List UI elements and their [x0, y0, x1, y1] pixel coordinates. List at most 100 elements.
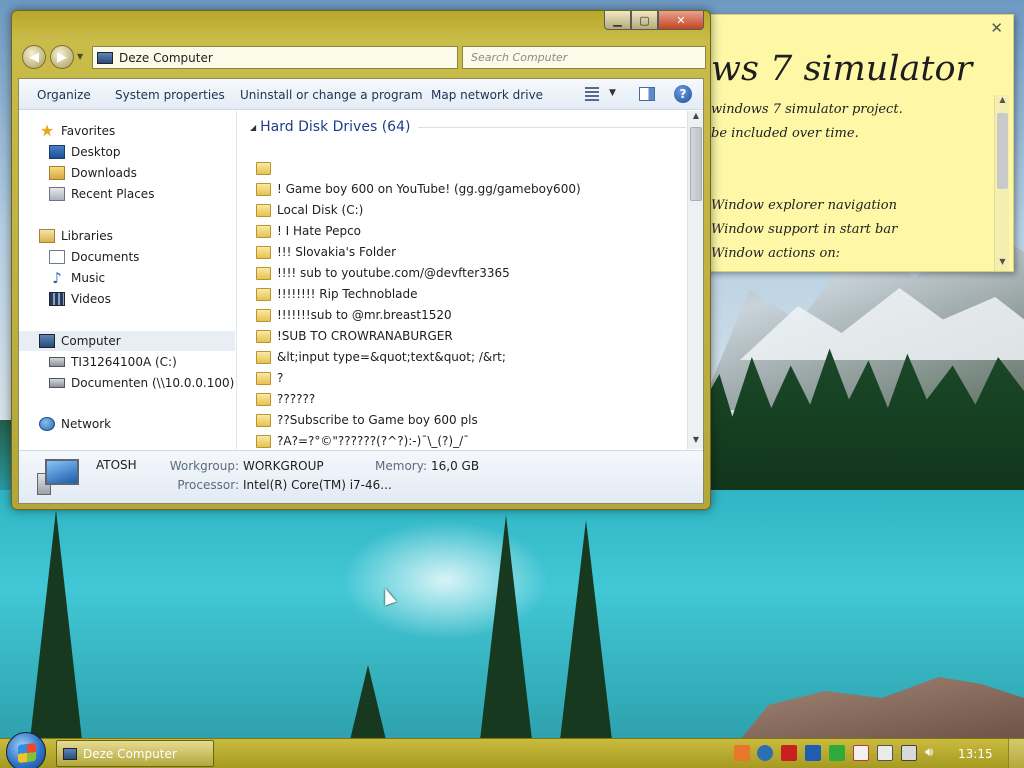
list-item[interactable]: !!!!!!!! Rip Technoblade — [256, 284, 418, 304]
view-dropdown-icon[interactable]: ▼ — [609, 88, 616, 98]
close-icon[interactable]: ✕ — [990, 19, 1003, 37]
note-title: ws 7 simulator — [711, 49, 973, 89]
list-item[interactable]: ?????? — [256, 389, 315, 409]
nav-documents[interactable]: Documents — [19, 247, 139, 267]
note-line: Window support in start bar — [711, 222, 898, 237]
uninstall-program-button[interactable]: Uninstall or change a program — [240, 88, 423, 102]
note-scrollbar[interactable]: ▲ ▼ — [994, 95, 1009, 271]
nav-label: Videos — [71, 292, 111, 306]
close-button[interactable]: ✕ — [658, 11, 704, 30]
recent-pages-dropdown[interactable]: ▼ — [77, 52, 83, 61]
computer-icon — [97, 51, 113, 64]
tray-volume-icon[interactable]: 🔊︎ — [925, 745, 941, 761]
list-item[interactable]: Local Disk (C:) — [256, 200, 363, 220]
maximize-button[interactable]: ▢ — [631, 11, 658, 30]
list-item[interactable]: ??Subscribe to Game boy 600 pls — [256, 410, 478, 430]
list-item[interactable]: ?A?=?°©"??????(?^?):-)¯\_(?)_/¯ — [256, 431, 469, 449]
nav-desktop[interactable]: Desktop — [19, 142, 121, 162]
preview-pane-icon[interactable] — [639, 87, 655, 101]
videos-icon — [49, 292, 65, 306]
content-scrollbar[interactable]: ▲ ▼ — [687, 111, 703, 449]
desktop-icon — [49, 145, 65, 159]
folder-icon — [256, 308, 271, 322]
nav-label: Computer — [61, 334, 121, 348]
minimize-button[interactable]: ▁ — [604, 11, 631, 30]
item-label: !!!!!!!sub to @mr.breast1520 — [277, 308, 452, 322]
note-line: be included over time. — [711, 126, 859, 141]
scroll-up-icon[interactable]: ▲ — [995, 95, 1010, 109]
forward-button[interactable]: ▶ — [50, 45, 74, 69]
group-header[interactable]: ◢ Hard Disk Drives (64) — [250, 119, 686, 135]
nav-label: TI31264100A (C:) — [71, 355, 177, 369]
taskbar-window-button[interactable]: Deze Computer — [56, 740, 214, 767]
wallpaper-tree — [560, 520, 612, 740]
scroll-down-icon[interactable]: ▼ — [688, 435, 703, 449]
nav-label: Favorites — [61, 124, 116, 138]
list-item[interactable]: !!! Slovakia's Folder — [256, 242, 396, 262]
start-button[interactable] — [6, 732, 46, 768]
nav-libraries[interactable]: Libraries — [19, 226, 113, 246]
nav-computer[interactable]: Computer — [19, 331, 235, 351]
scroll-thumb[interactable] — [997, 113, 1008, 189]
collapse-triangle-icon[interactable]: ◢ — [250, 123, 256, 132]
list-item[interactable] — [256, 158, 277, 178]
recent-places-icon — [49, 187, 65, 201]
computer-icon — [37, 459, 81, 495]
tray-action-center-icon[interactable] — [853, 745, 869, 761]
tray-outlook-icon[interactable] — [805, 745, 821, 761]
music-note-icon: ♪ — [52, 269, 62, 287]
folder-icon — [256, 413, 271, 427]
tray-network-icon[interactable] — [757, 745, 773, 761]
explorer-window[interactable]: ▁ ▢ ✕ ◀ ▶ ▼ Deze Computer Search Compute… — [11, 10, 711, 510]
back-button[interactable]: ◀ — [22, 45, 46, 69]
list-item[interactable]: !SUB TO CROWRANABURGER — [256, 326, 453, 346]
wallpaper-tree — [350, 665, 386, 740]
nav-favorites[interactable]: ★ Favorites — [19, 121, 115, 141]
item-label: &lt;input type=&quot;text&quot; /&rt; — [277, 350, 506, 364]
item-label: !!!!!!!! Rip Technoblade — [277, 287, 418, 301]
show-desktop-button[interactable] — [1008, 739, 1024, 768]
list-item[interactable]: !!!!!!!sub to @mr.breast1520 — [256, 305, 452, 325]
folder-icon — [256, 392, 271, 406]
map-network-drive-button[interactable]: Map network drive — [431, 88, 543, 102]
help-icon[interactable]: ? — [674, 85, 692, 103]
change-view-icon[interactable] — [585, 87, 599, 101]
scroll-thumb[interactable] — [690, 127, 702, 201]
nav-recent-places[interactable]: Recent Places — [19, 184, 154, 204]
processor-value: Intel(R) Core(TM) i7-46... — [243, 478, 392, 492]
nav-music[interactable]: ♪ Music — [19, 268, 105, 288]
scroll-up-icon[interactable]: ▲ — [688, 111, 703, 125]
list-item[interactable]: !!!! sub to youtube.com/@devfter3365 — [256, 263, 510, 283]
organize-button[interactable]: Organize — [37, 88, 91, 102]
tray-power-icon[interactable] — [901, 745, 917, 761]
search-input[interactable]: Search Computer — [462, 46, 706, 69]
address-bar[interactable]: Deze Computer — [92, 46, 458, 69]
system-properties-button[interactable]: System properties — [115, 88, 225, 102]
nav-network[interactable]: Network — [19, 414, 111, 434]
nav-network-drive[interactable]: Documenten (\\10.0.0.100) (X:) — [19, 373, 236, 393]
folder-icon — [256, 224, 271, 238]
list-item[interactable]: ! I Hate Pepco — [256, 221, 361, 241]
list-item[interactable]: &lt;input type=&quot;text&quot; /&rt; — [256, 347, 506, 367]
nav-label: Documenten (\\10.0.0.100) (X:) — [71, 376, 236, 390]
tray-pdf-icon[interactable] — [781, 745, 797, 761]
taskbar-clock[interactable]: 13:15 — [958, 747, 993, 761]
memory-label: Memory: — [375, 459, 427, 473]
tray-app-icon[interactable] — [734, 745, 750, 761]
folder-icon — [256, 203, 271, 217]
list-item[interactable]: ! Game boy 600 on YouTube! (gg.gg/gamebo… — [256, 179, 581, 199]
note-line: Window actions on: — [711, 246, 841, 261]
address-text: Deze Computer — [119, 50, 213, 65]
memory-value: 16,0 GB — [431, 459, 480, 473]
sticky-note[interactable]: ✕ ws 7 simulator windows 7 simulator pro… — [700, 14, 1014, 272]
network-globe-icon — [39, 417, 55, 431]
list-item[interactable]: ? — [256, 368, 283, 388]
nav-local-drive[interactable]: TI31264100A (C:) — [19, 352, 177, 372]
scroll-down-icon[interactable]: ▼ — [995, 257, 1010, 271]
nav-label: Recent Places — [71, 187, 155, 201]
computer-icon — [63, 747, 77, 760]
tray-device-icon[interactable] — [877, 745, 893, 761]
tray-check-icon[interactable] — [829, 745, 845, 761]
nav-downloads[interactable]: Downloads — [19, 163, 137, 183]
nav-videos[interactable]: Videos — [19, 289, 111, 309]
